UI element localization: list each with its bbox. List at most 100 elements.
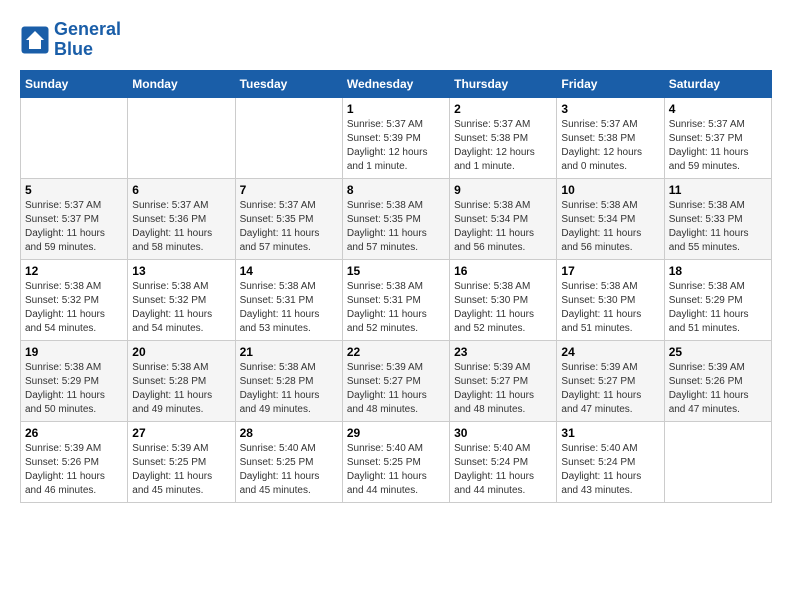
- calendar-cell: 6 Sunrise: 5:37 AMSunset: 5:36 PMDaylight…: [128, 178, 235, 259]
- day-info: Sunrise: 5:39 AMSunset: 5:25 PMDaylight:…: [132, 442, 230, 498]
- day-number: 31: [561, 426, 659, 440]
- column-header-wednesday: Wednesday: [342, 70, 449, 97]
- calendar-cell: 25 Sunrise: 5:39 AMSunset: 5:26 PMDayligh…: [664, 340, 771, 421]
- calendar-cell: 22Sunrise: 5:39 AMSunset: 5:27 PMDayligh…: [342, 340, 449, 421]
- calendar-cell: [21, 97, 128, 178]
- calendar-cell: 24Sunrise: 5:39 AMSunset: 5:27 PMDayligh…: [557, 340, 664, 421]
- day-number: 30: [454, 426, 552, 440]
- calendar-cell: 20Sunrise: 5:38 AMSunset: 5:28 PMDayligh…: [128, 340, 235, 421]
- day-info: Sunrise: 5:38 AMSunset: 5:30 PMDaylight:…: [561, 280, 659, 336]
- calendar-cell: 30 Sunrise: 5:40 AMSunset: 5:24 PMDayligh…: [450, 421, 557, 502]
- day-number: 28: [240, 426, 338, 440]
- column-header-thursday: Thursday: [450, 70, 557, 97]
- day-number: 9: [454, 183, 552, 197]
- calendar-cell: 17 Sunrise: 5:38 AMSunset: 5:30 PMDayligh…: [557, 259, 664, 340]
- day-number: 15: [347, 264, 445, 278]
- day-info: Sunrise: 5:39 AMSunset: 5:26 PMDaylight:…: [669, 361, 767, 417]
- day-number: 13: [132, 264, 230, 278]
- calendar-cell: [235, 97, 342, 178]
- calendar-week-row: 19 Sunrise: 5:38 AMSunset: 5:29 PMDayligh…: [21, 340, 772, 421]
- day-number: 6: [132, 183, 230, 197]
- calendar-cell: 18 Sunrise: 5:38 AMSunset: 5:29 PMDayligh…: [664, 259, 771, 340]
- logo-icon: [20, 25, 50, 55]
- day-info: Sunrise: 5:38 AMSunset: 5:28 PMDaylight:…: [132, 361, 230, 417]
- calendar-header-row: SundayMondayTuesdayWednesdayThursdayFrid…: [21, 70, 772, 97]
- calendar-cell: 9 Sunrise: 5:38 AMSunset: 5:34 PMDaylight…: [450, 178, 557, 259]
- day-info: Sunrise: 5:37 AMSunset: 5:37 PMDaylight:…: [25, 199, 123, 255]
- calendar-cell: 14 Sunrise: 5:38 AMSunset: 5:31 PMDayligh…: [235, 259, 342, 340]
- calendar-table: SundayMondayTuesdayWednesdayThursdayFrid…: [20, 70, 772, 503]
- calendar-cell: 2 Sunrise: 5:37 AMSunset: 5:38 PMDaylight…: [450, 97, 557, 178]
- day-number: 3: [561, 102, 659, 116]
- day-number: 21: [240, 345, 338, 359]
- day-number: 26: [25, 426, 123, 440]
- day-info: Sunrise: 5:38 AMSunset: 5:34 PMDaylight:…: [561, 199, 659, 255]
- column-header-sunday: Sunday: [21, 70, 128, 97]
- day-number: 10: [561, 183, 659, 197]
- calendar-cell: 16Sunrise: 5:38 AMSunset: 5:30 PMDayligh…: [450, 259, 557, 340]
- day-number: 12: [25, 264, 123, 278]
- calendar-cell: 31 Sunrise: 5:40 AMSunset: 5:24 PMDayligh…: [557, 421, 664, 502]
- day-number: 19: [25, 345, 123, 359]
- day-info: Sunrise: 5:38 AMSunset: 5:31 PMDaylight:…: [240, 280, 338, 336]
- day-info: Sunrise: 5:38 AMSunset: 5:29 PMDaylight:…: [669, 280, 767, 336]
- day-number: 18: [669, 264, 767, 278]
- calendar-cell: 19 Sunrise: 5:38 AMSunset: 5:29 PMDayligh…: [21, 340, 128, 421]
- day-number: 25: [669, 345, 767, 359]
- day-info: Sunrise: 5:38 AMSunset: 5:29 PMDaylight:…: [25, 361, 123, 417]
- day-info: Sunrise: 5:38 AMSunset: 5:32 PMDaylight:…: [25, 280, 123, 336]
- logo-text: GeneralBlue: [54, 20, 121, 60]
- day-number: 5: [25, 183, 123, 197]
- calendar-cell: 8Sunrise: 5:38 AMSunset: 5:35 PMDaylight…: [342, 178, 449, 259]
- day-info: Sunrise: 5:37 AMSunset: 5:35 PMDaylight:…: [240, 199, 338, 255]
- day-info: Sunrise: 5:40 AMSunset: 5:24 PMDaylight:…: [561, 442, 659, 498]
- calendar-cell: 23 Sunrise: 5:39 AMSunset: 5:27 PMDayligh…: [450, 340, 557, 421]
- day-number: 4: [669, 102, 767, 116]
- day-info: Sunrise: 5:37 AMSunset: 5:38 PMDaylight:…: [454, 118, 552, 174]
- calendar-cell: [128, 97, 235, 178]
- calendar-cell: 21Sunrise: 5:38 AMSunset: 5:28 PMDayligh…: [235, 340, 342, 421]
- column-header-monday: Monday: [128, 70, 235, 97]
- day-info: Sunrise: 5:40 AMSunset: 5:25 PMDaylight:…: [347, 442, 445, 498]
- calendar-week-row: 1 Sunrise: 5:37 AMSunset: 5:39 PMDaylight…: [21, 97, 772, 178]
- day-number: 11: [669, 183, 767, 197]
- calendar-cell: 11 Sunrise: 5:38 AMSunset: 5:33 PMDayligh…: [664, 178, 771, 259]
- day-number: 2: [454, 102, 552, 116]
- logo: GeneralBlue: [20, 20, 121, 60]
- calendar-cell: 26Sunrise: 5:39 AMSunset: 5:26 PMDayligh…: [21, 421, 128, 502]
- day-info: Sunrise: 5:39 AMSunset: 5:27 PMDaylight:…: [561, 361, 659, 417]
- calendar-cell: 15 Sunrise: 5:38 AMSunset: 5:31 PMDayligh…: [342, 259, 449, 340]
- calendar-cell: 12 Sunrise: 5:38 AMSunset: 5:32 PMDayligh…: [21, 259, 128, 340]
- calendar-week-row: 12 Sunrise: 5:38 AMSunset: 5:32 PMDayligh…: [21, 259, 772, 340]
- day-number: 23: [454, 345, 552, 359]
- day-info: Sunrise: 5:37 AMSunset: 5:39 PMDaylight:…: [347, 118, 445, 174]
- page-header: GeneralBlue: [20, 20, 772, 60]
- calendar-cell: 29 Sunrise: 5:40 AMSunset: 5:25 PMDayligh…: [342, 421, 449, 502]
- day-number: 17: [561, 264, 659, 278]
- calendar-cell: 3 Sunrise: 5:37 AMSunset: 5:38 PMDaylight…: [557, 97, 664, 178]
- calendar-cell: 13 Sunrise: 5:38 AMSunset: 5:32 PMDayligh…: [128, 259, 235, 340]
- day-info: Sunrise: 5:39 AMSunset: 5:27 PMDaylight:…: [454, 361, 552, 417]
- day-number: 7: [240, 183, 338, 197]
- day-info: Sunrise: 5:38 AMSunset: 5:35 PMDaylight:…: [347, 199, 445, 255]
- day-info: Sunrise: 5:37 AMSunset: 5:38 PMDaylight:…: [561, 118, 659, 174]
- column-header-tuesday: Tuesday: [235, 70, 342, 97]
- day-number: 22: [347, 345, 445, 359]
- day-number: 29: [347, 426, 445, 440]
- day-number: 14: [240, 264, 338, 278]
- calendar-cell: 27Sunrise: 5:39 AMSunset: 5:25 PMDayligh…: [128, 421, 235, 502]
- calendar-week-row: 5 Sunrise: 5:37 AMSunset: 5:37 PMDaylight…: [21, 178, 772, 259]
- day-info: Sunrise: 5:38 AMSunset: 5:33 PMDaylight:…: [669, 199, 767, 255]
- day-info: Sunrise: 5:38 AMSunset: 5:30 PMDaylight:…: [454, 280, 552, 336]
- day-info: Sunrise: 5:38 AMSunset: 5:31 PMDaylight:…: [347, 280, 445, 336]
- day-number: 1: [347, 102, 445, 116]
- day-info: Sunrise: 5:38 AMSunset: 5:32 PMDaylight:…: [132, 280, 230, 336]
- calendar-cell: 5 Sunrise: 5:37 AMSunset: 5:37 PMDaylight…: [21, 178, 128, 259]
- column-header-saturday: Saturday: [664, 70, 771, 97]
- calendar-cell: 28Sunrise: 5:40 AMSunset: 5:25 PMDayligh…: [235, 421, 342, 502]
- calendar-cell: 1 Sunrise: 5:37 AMSunset: 5:39 PMDaylight…: [342, 97, 449, 178]
- calendar-week-row: 26Sunrise: 5:39 AMSunset: 5:26 PMDayligh…: [21, 421, 772, 502]
- day-info: Sunrise: 5:37 AMSunset: 5:36 PMDaylight:…: [132, 199, 230, 255]
- day-info: Sunrise: 5:40 AMSunset: 5:24 PMDaylight:…: [454, 442, 552, 498]
- day-info: Sunrise: 5:38 AMSunset: 5:34 PMDaylight:…: [454, 199, 552, 255]
